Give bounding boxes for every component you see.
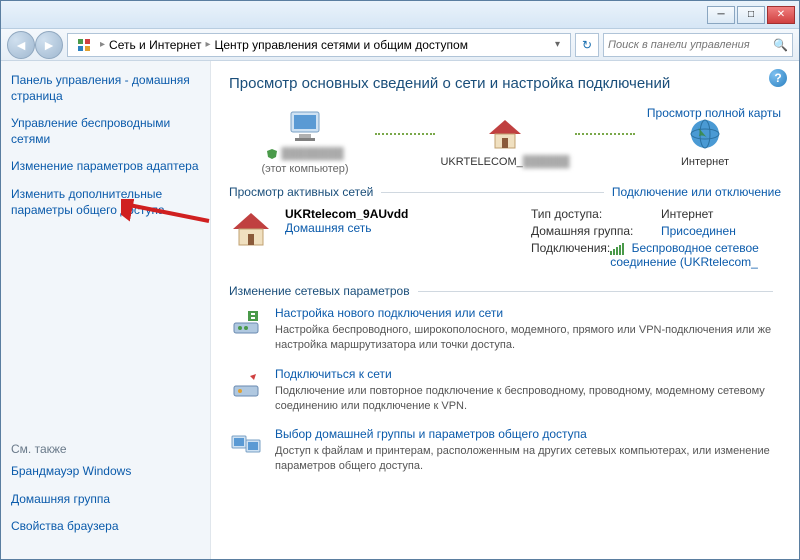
homegroup-icon <box>229 427 263 461</box>
shield-icon <box>266 148 278 160</box>
search-box[interactable]: 🔍 <box>603 33 793 57</box>
network-type-link[interactable]: Домашняя сеть <box>285 221 371 235</box>
active-networks-header: Просмотр активных сетей <box>229 185 373 199</box>
breadcrumb[interactable]: ▸ Сеть и Интернет ▸ Центр управления сет… <box>67 33 571 57</box>
computer-icon <box>235 106 375 146</box>
active-network-block: UKRtelecom_9AUvdd Домашняя сеть Тип дост… <box>229 207 781 272</box>
connection-line <box>575 133 635 135</box>
globe-icon <box>635 114 775 154</box>
task-item: Подключиться к сети Подключение или повт… <box>229 367 781 414</box>
network-center-icon <box>76 37 92 53</box>
network-map: ████████ (этот компьютер) UKRTELECOM_███… <box>229 106 781 175</box>
task-description: Подключение или повторное подключение к … <box>275 384 781 414</box>
pc-name-blurred: ████████ <box>281 148 343 160</box>
see-also-header: См. также <box>11 442 200 456</box>
task-item: Выбор домашней группы и параметров общег… <box>229 427 781 474</box>
window-frame: ─ □ ✕ ◄ ► ▸ Сеть и Интернет ▸ Центр упра… <box>0 0 800 560</box>
main-content: ? Просмотр основных сведений о сети и на… <box>211 61 799 559</box>
connect-disconnect-link[interactable]: Подключение или отключение <box>612 185 781 199</box>
refresh-button[interactable]: ↻ <box>575 33 599 57</box>
close-button[interactable]: ✕ <box>767 6 795 24</box>
task-description: Настройка беспроводного, широкополосного… <box>275 323 781 353</box>
sidebar-link-control-panel-home[interactable]: Панель управления - домашняя страница <box>11 73 200 104</box>
chevron-right-icon: ▸ <box>100 39 105 50</box>
homegroup-label: Домашняя группа: <box>531 224 661 238</box>
sidebar-link-advanced-sharing[interactable]: Изменить дополнительные параметры общего… <box>11 187 200 218</box>
home-network-icon <box>229 207 273 251</box>
sidebar-link-browser-properties[interactable]: Свойства браузера <box>11 519 200 535</box>
maximize-button[interactable]: □ <box>737 6 765 24</box>
node-this-pc: ████████ (этот компьютер) <box>235 106 375 175</box>
internet-label: Интернет <box>635 156 775 168</box>
change-settings-header: Изменение сетевых параметров <box>229 284 410 298</box>
forward-button[interactable]: ► <box>35 31 63 59</box>
see-also-section: См. также Брандмауэр Windows Домашняя гр… <box>11 442 200 547</box>
sidebar: Панель управления - домашняя страница Уп… <box>1 61 211 559</box>
task-new-connection-link[interactable]: Настройка нового подключения или сети <box>275 306 781 320</box>
help-icon[interactable]: ? <box>769 69 787 87</box>
address-bar: ◄ ► ▸ Сеть и Интернет ▸ Центр управления… <box>1 29 799 61</box>
breadcrumb-part[interactable]: Сеть и Интернет <box>109 38 201 52</box>
node-internet: Интернет <box>635 114 775 168</box>
sidebar-link-firewall[interactable]: Брандмауэр Windows <box>11 464 200 480</box>
tasks-list: Настройка нового подключения или сети На… <box>229 306 781 474</box>
connect-network-icon <box>229 367 263 401</box>
sidebar-link-adapter-settings[interactable]: Изменение параметров адаптера <box>11 159 200 175</box>
connection-line <box>375 133 435 135</box>
signal-bars-icon <box>610 243 624 255</box>
pc-sublabel: (этот компьютер) <box>235 163 375 175</box>
task-item: Настройка нового подключения или сети На… <box>229 306 781 353</box>
minimize-button[interactable]: ─ <box>707 6 735 24</box>
access-type-label: Тип доступа: <box>531 207 661 221</box>
chevron-right-icon: ▸ <box>205 39 210 50</box>
back-button[interactable]: ◄ <box>7 31 35 59</box>
task-description: Доступ к файлам и принтерам, расположенн… <box>275 444 781 474</box>
network-name: UKRtelecom_9AUvdd <box>285 207 519 221</box>
node-router: UKRTELECOM_██████ <box>435 114 575 168</box>
sidebar-link-homegroup[interactable]: Домашняя группа <box>11 492 200 508</box>
house-icon <box>435 114 575 154</box>
search-icon: 🔍 <box>773 38 788 52</box>
breadcrumb-part[interactable]: Центр управления сетями и общим доступом <box>214 38 468 52</box>
new-connection-icon <box>229 306 263 340</box>
page-title: Просмотр основных сведений о сети и наст… <box>229 75 781 92</box>
breadcrumb-dropdown[interactable]: ▾ <box>549 39 566 50</box>
access-type-value: Интернет <box>661 207 713 221</box>
sidebar-link-wireless-networks[interactable]: Управление беспроводными сетями <box>11 116 200 147</box>
connections-label: Подключения: <box>531 241 610 269</box>
search-input[interactable] <box>608 39 773 51</box>
task-homegroup-link[interactable]: Выбор домашней группы и параметров общег… <box>275 427 781 441</box>
homegroup-value[interactable]: Присоединен <box>661 224 736 238</box>
task-connect-link[interactable]: Подключиться к сети <box>275 367 781 381</box>
connections-value[interactable]: Беспроводное сетевое соединение (UKRtele… <box>610 241 781 269</box>
titlebar: ─ □ ✕ <box>1 1 799 29</box>
